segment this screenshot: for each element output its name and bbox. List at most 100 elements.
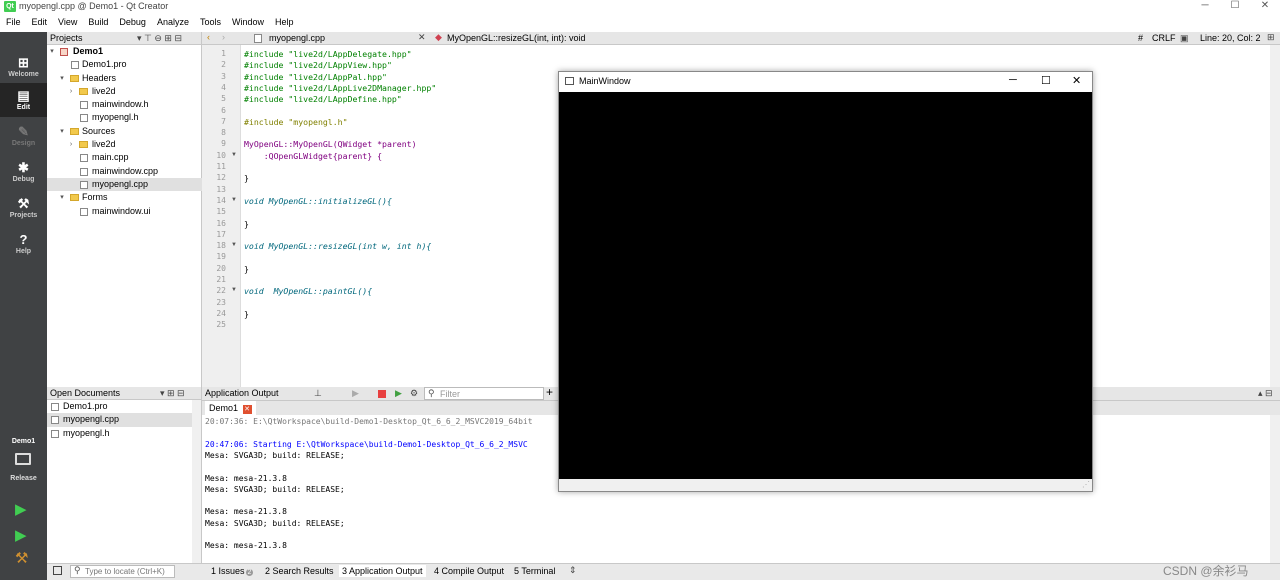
tree-item-live2d-headers[interactable]: › live2d	[47, 85, 202, 98]
locator-input[interactable]: ⚲ Type to locate (Ctrl+K)	[70, 565, 175, 578]
mode-help[interactable]: ? Help	[0, 227, 47, 261]
open-docs-scrollbar[interactable]	[192, 400, 201, 563]
close-icon[interactable]: ✕	[1250, 0, 1280, 12]
more-tabs-icon[interactable]: ⇕	[569, 565, 577, 576]
tab-issues[interactable]: 1 Issues 2	[211, 566, 254, 576]
tree-item-myopengl-cpp[interactable]: myopengl.cpp	[47, 177, 202, 192]
close-document-icon[interactable]: ✕	[418, 32, 426, 43]
open-doc-item[interactable]: myopengl.h	[47, 427, 201, 440]
file-encoding-icon[interactable]: ▣	[1180, 33, 1189, 44]
rerun-icon[interactable]: ▶	[352, 387, 359, 400]
tab-compile-output[interactable]: 4 Compile Output	[434, 566, 504, 576]
add-icon[interactable]: +	[546, 386, 553, 399]
output-scrollbar[interactable]	[1270, 415, 1280, 563]
tab-application-output[interactable]: 3 Application Output	[339, 565, 426, 577]
minimize-icon[interactable]: ─	[1190, 0, 1220, 12]
tab-terminal[interactable]: 5 Terminal	[514, 566, 555, 576]
code-line[interactable]: }	[244, 264, 249, 274]
code-line[interactable]: void MyOpenGL::resizeGL(int w, int h){	[244, 241, 431, 251]
code-line[interactable]: #include "live2d/LAppDefine.hpp"	[244, 94, 402, 104]
code-line[interactable]: #include "live2d/LAppLive2DManager.hpp"	[244, 83, 436, 93]
editor-scrollbar[interactable]	[1270, 45, 1280, 387]
filter-icon[interactable]: ▾ ⊤ ⊖ ⊞ ⊟	[137, 32, 182, 45]
minimize-icon[interactable]: ─	[1009, 74, 1017, 86]
code-line[interactable]: }	[244, 219, 249, 229]
code-line[interactable]: #include "live2d/LAppView.hpp"	[244, 60, 392, 70]
panel-controls-icon[interactable]: ▴ ⊟	[1258, 387, 1273, 400]
run-icon[interactable]: ▶	[15, 500, 27, 518]
menu-view[interactable]: View	[52, 14, 82, 27]
menu-edit[interactable]: Edit	[26, 14, 53, 27]
line-ending-dropdown[interactable]: CRLF	[1152, 33, 1176, 43]
menu-help[interactable]: Help	[269, 14, 299, 27]
fold-marker-icon[interactable]: ▼	[231, 287, 237, 293]
fold-marker-icon[interactable]: ▼	[231, 152, 237, 158]
editor-file-dropdown[interactable]: myopengl.cpp	[269, 33, 325, 43]
mainwindow-titlebar[interactable]: MainWindow ─ ☐ ✕	[559, 72, 1092, 92]
code-line[interactable]: #include "live2d/LAppDelegate.hpp"	[244, 49, 412, 59]
output-tab-demo1[interactable]: Demo1 ✕	[205, 401, 256, 415]
search-icon: ⚲	[428, 388, 435, 398]
open-doc-item[interactable]: myopengl.cpp	[47, 413, 201, 427]
tree-item-forms[interactable]: ▾ Forms	[47, 191, 202, 204]
stop-icon[interactable]	[378, 390, 386, 398]
fold-marker-icon[interactable]: ▼	[231, 242, 237, 248]
debug-run-icon[interactable]: ▶	[15, 526, 27, 544]
symbol-dropdown[interactable]: MyOpenGL::resizeGL(int, int): void	[447, 33, 586, 43]
code-line[interactable]: }	[244, 309, 249, 319]
tree-item-mainwindow-cpp[interactable]: mainwindow.cpp	[47, 165, 202, 178]
attach-icon[interactable]: ⊥	[314, 387, 322, 400]
tree-item-myopengl-h[interactable]: myopengl.h	[47, 111, 202, 124]
mode-debug[interactable]: ✱ Debug	[0, 155, 47, 189]
projects-panel: Projects ▾ ⊤ ⊖ ⊞ ⊟ ▾ Demo1 Demo1.pro ▾ Hea…	[47, 32, 202, 387]
menu-build[interactable]: Build	[82, 14, 113, 27]
opengl-canvas[interactable]	[559, 92, 1092, 479]
close-tab-icon[interactable]: ✕	[242, 405, 252, 414]
mode-edit[interactable]: ▤ Edit	[0, 83, 47, 117]
code-line[interactable]: MyOpenGL::MyOpenGL(QWidget *parent)	[244, 139, 417, 149]
maximize-icon[interactable]: ☐	[1041, 74, 1051, 87]
forward-arrow-icon[interactable]: ›	[222, 32, 225, 42]
monitor-icon[interactable]	[15, 453, 31, 465]
build-hammer-icon[interactable]: ⚒	[15, 549, 28, 567]
mode-welcome[interactable]: ⊞ Welcome	[0, 50, 47, 84]
mainwindow-app[interactable]: MainWindow ─ ☐ ✕ ⋰	[558, 71, 1093, 492]
code-line[interactable]: void MyOpenGL::paintGL(){	[244, 286, 372, 296]
open-doc-item[interactable]: Demo1.pro	[47, 400, 201, 413]
cursor-position[interactable]: Line: 20, Col: 2	[1200, 33, 1261, 43]
tree-item-demo1[interactable]: ▾ Demo1	[47, 45, 202, 58]
tree-item-mainwindow-ui[interactable]: mainwindow.ui	[47, 205, 202, 218]
tree-item-mainwindow-h[interactable]: mainwindow.h	[47, 98, 202, 111]
back-arrow-icon[interactable]: ‹	[207, 32, 210, 42]
mode-projects[interactable]: ⚒ Projects	[0, 191, 47, 225]
settings-gear-icon[interactable]: ⚙	[410, 387, 418, 400]
menu-debug[interactable]: Debug	[113, 14, 151, 27]
panel-controls-icon[interactable]: ▾ ⊞ ⊟	[160, 387, 185, 400]
close-icon[interactable]: ✕	[1072, 74, 1081, 87]
code-line[interactable]: #include "live2d/LAppPal.hpp"	[244, 72, 387, 82]
tree-item-demo1-pro[interactable]: Demo1.pro	[47, 58, 202, 71]
split-icon[interactable]: ⊞	[1267, 32, 1275, 43]
code-line[interactable]: #include "myopengl.h"	[244, 117, 348, 127]
menu-analyze[interactable]: Analyze	[151, 14, 194, 27]
tree-item-headers[interactable]: ▾ Headers	[47, 72, 202, 85]
code-line[interactable]: }	[244, 173, 249, 183]
code-line[interactable]: :QOpenGLWidget{parent} {	[244, 151, 382, 161]
line-number: 3	[221, 71, 226, 81]
size-grip-icon[interactable]: ⋰	[1082, 480, 1090, 489]
tab-search-results[interactable]: 2 Search Results	[265, 566, 334, 576]
menu-tools[interactable]: Tools	[194, 14, 226, 27]
code-line[interactable]: void MyOpenGL::initializeGL(){	[244, 196, 392, 206]
mode-design[interactable]: ✎ Design	[0, 119, 47, 153]
fold-marker-icon[interactable]: ▼	[231, 197, 237, 203]
output-filter-input[interactable]: ⚲ Filter	[424, 387, 544, 400]
tree-item-main-cpp[interactable]: main.cpp	[47, 151, 202, 164]
run-debug-icon[interactable]: ▶	[395, 387, 402, 400]
maximize-icon[interactable]: ☐	[1220, 0, 1250, 12]
menu-file[interactable]: File	[0, 14, 26, 27]
sidebar-toggle-icon[interactable]	[53, 566, 62, 575]
tree-item-live2d-sources[interactable]: › live2d	[47, 138, 202, 151]
output-line: Mesa: SVGA3D; build: RELEASE;	[205, 450, 345, 460]
menu-window[interactable]: Window	[226, 14, 269, 27]
tree-item-sources[interactable]: ▾ Sources	[47, 125, 202, 138]
